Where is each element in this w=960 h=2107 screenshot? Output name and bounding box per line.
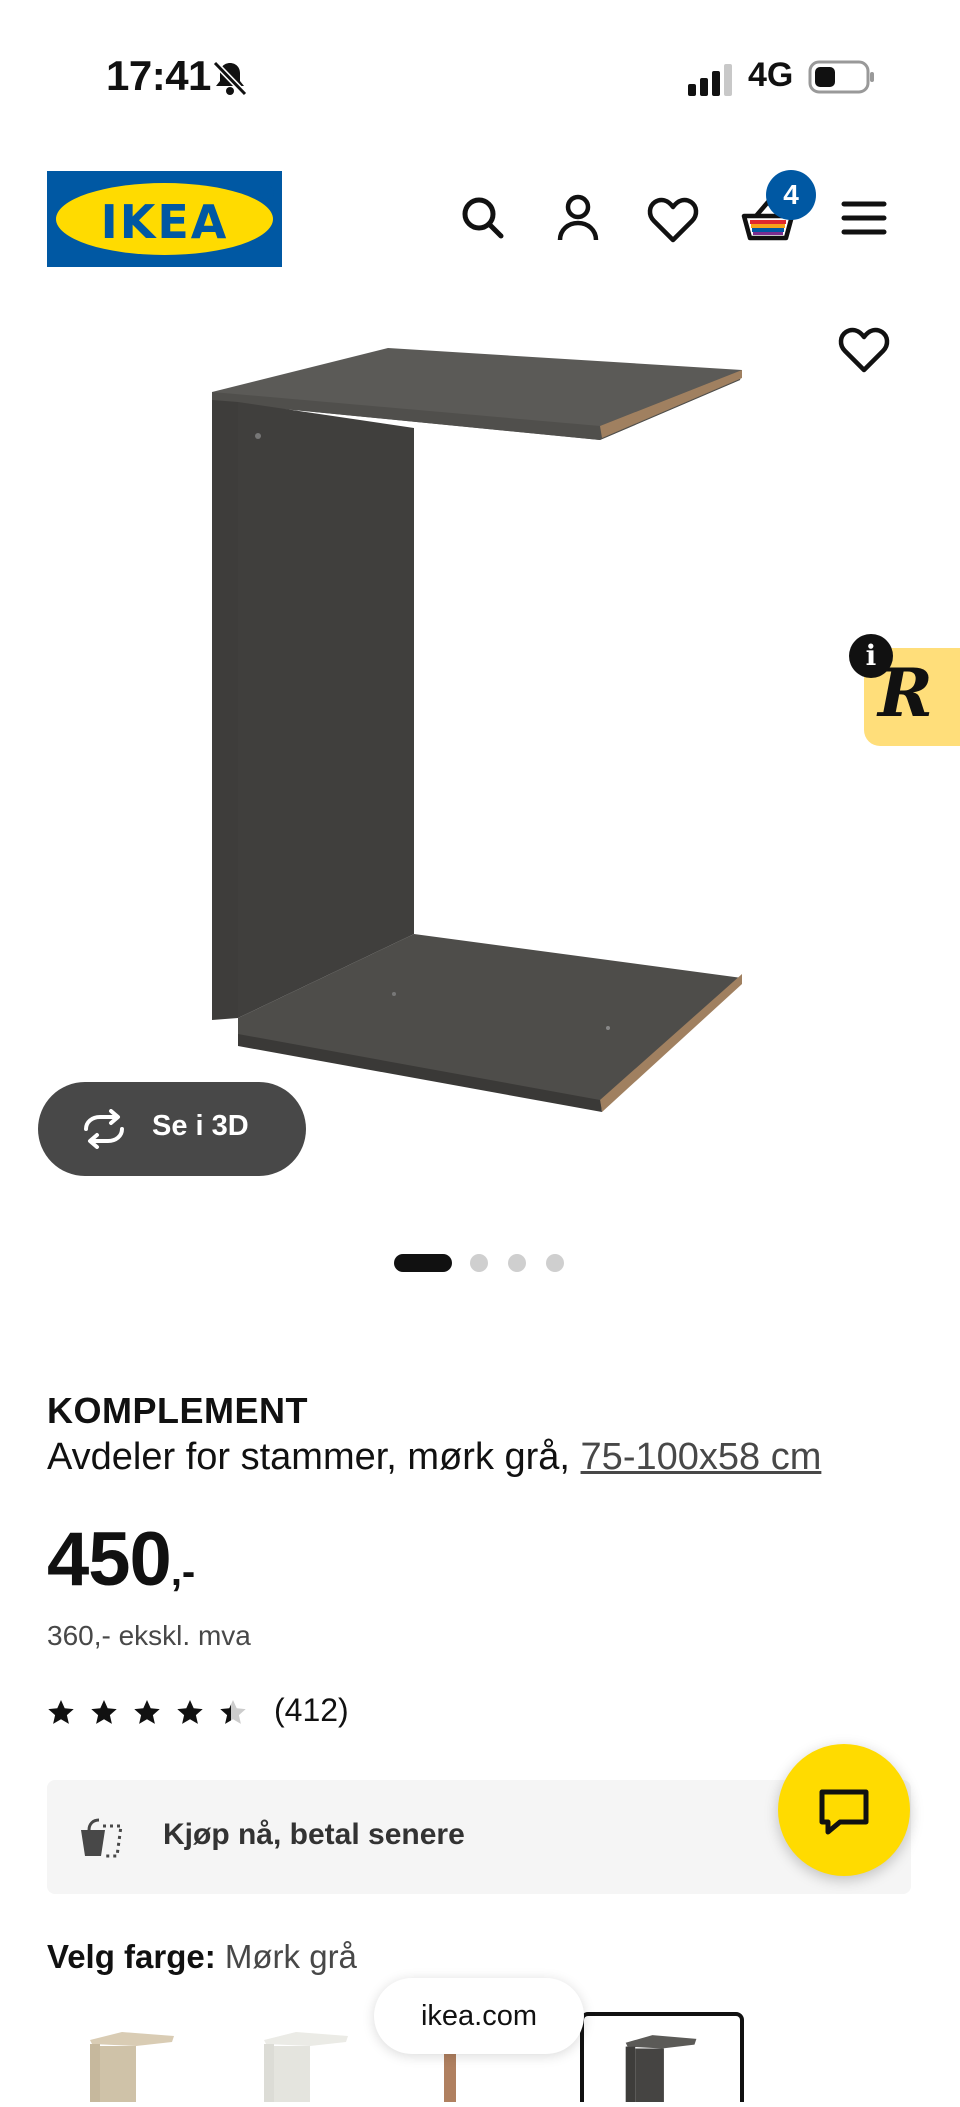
swatch-beige-oak[interactable] — [62, 2012, 222, 2102]
search-icon[interactable] — [455, 190, 511, 246]
color-label: Velg farge: — [47, 1938, 216, 1975]
battery-icon — [808, 60, 874, 94]
carousel-dot-1[interactable] — [394, 1254, 452, 1272]
price-ex-vat: 360,- ekskl. mva — [47, 1620, 251, 1651]
product-name: KOMPLEMENT — [47, 1390, 308, 1431]
product-price: 450,- — [47, 1516, 195, 1603]
swatch-dark-grey-image — [625, 2035, 697, 2104]
rotate-3d-icon — [84, 1109, 124, 1149]
price-suffix: ,- — [170, 1550, 196, 1594]
favorites-heart-icon[interactable] — [645, 192, 701, 248]
signal-icon — [688, 64, 732, 96]
product-size-link[interactable]: 75-100x58 cm — [581, 1436, 822, 1478]
product-image[interactable] — [200, 340, 760, 1130]
star-icon — [91, 1700, 117, 1724]
color-selector-label: Velg farge: Mørk grå — [47, 1938, 357, 1976]
carousel-dot-3[interactable] — [508, 1254, 526, 1272]
selected-color: Mørk grå — [224, 1938, 357, 1975]
carousel-dot-4[interactable] — [546, 1254, 564, 1272]
star-icon — [177, 1700, 203, 1724]
rating-stars[interactable] — [47, 1692, 257, 1732]
review-count[interactable]: (412) — [274, 1692, 349, 1729]
swatch-white[interactable] — [236, 2012, 396, 2102]
ikea-logo[interactable]: IKEA R — [47, 171, 282, 267]
browser-url-pill[interactable]: ikea.com — [374, 1978, 584, 2054]
star-icon — [134, 1700, 160, 1724]
chat-button[interactable] — [778, 1744, 910, 1876]
bell-muted-icon — [212, 60, 248, 97]
star-icon — [48, 1700, 74, 1724]
account-icon[interactable] — [550, 190, 606, 246]
carousel-pagination — [394, 1252, 574, 1272]
menu-icon[interactable] — [836, 190, 892, 246]
info-icon[interactable]: i — [849, 634, 893, 678]
registered-mark-icon: R — [258, 185, 274, 201]
price-value: 450 — [47, 1517, 172, 1602]
carousel-dot-2[interactable] — [470, 1254, 488, 1272]
view-3d-button[interactable]: Se i 3D — [38, 1082, 306, 1176]
bnpl-label: Kjøp nå, betal senere — [163, 1818, 465, 1851]
save-favorite-heart-icon[interactable] — [836, 322, 892, 378]
logo-text: IKEA — [100, 195, 229, 249]
payment-bag-icon — [81, 1818, 123, 1858]
chat-bubble-icon — [819, 1789, 869, 1835]
product-description-text: Avdeler for stammer, mørk grå, — [47, 1436, 570, 1478]
view-3d-label: Se i 3D — [152, 1110, 249, 1142]
status-time: 17:41 — [106, 52, 211, 99]
network-label: 4G — [748, 56, 794, 94]
cart-count-badge: 4 — [766, 170, 816, 220]
product-description: Avdeler for stammer, mørk grå, 75-100x58… — [47, 1436, 821, 1479]
swatch-dark-grey-selected[interactable] — [580, 2012, 744, 2104]
